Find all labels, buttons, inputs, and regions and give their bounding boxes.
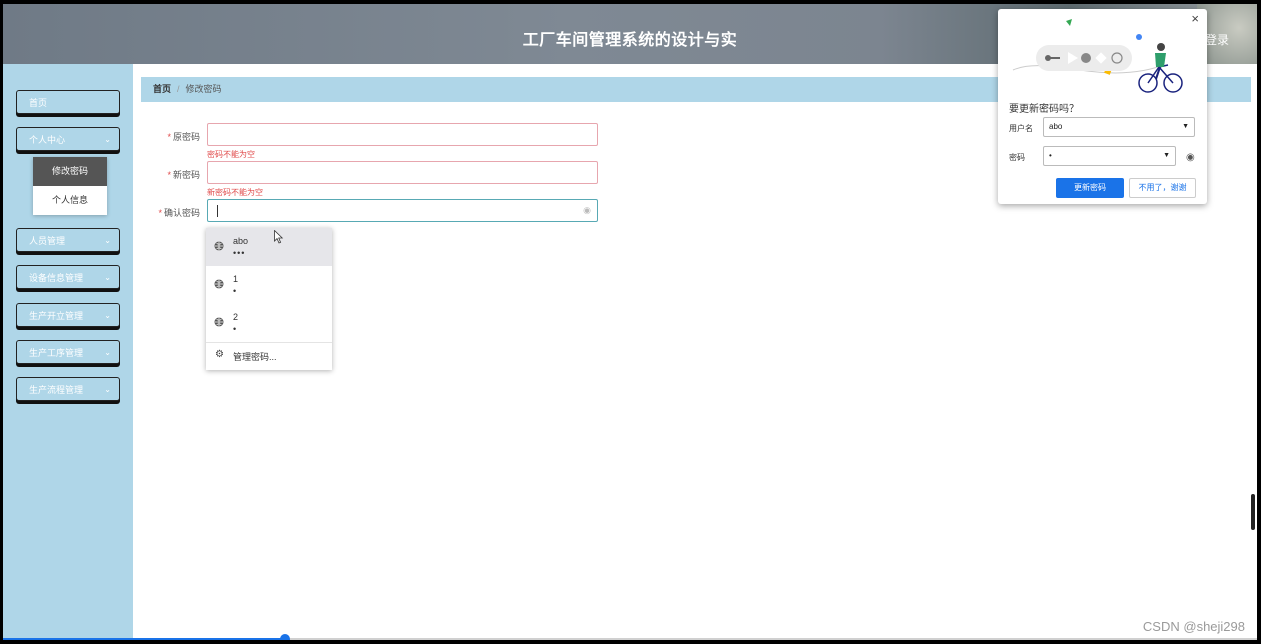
sidebar-item-home[interactable]: 首页 (16, 90, 120, 114)
autofill-password-mask: • (233, 286, 238, 296)
popup-username-label: 用户名 (1009, 124, 1033, 133)
required-mark: * (158, 208, 162, 218)
popup-password-value: • (1049, 151, 1052, 160)
globe-icon (214, 241, 224, 251)
popup-username-select[interactable]: abo ▼ (1043, 117, 1195, 137)
sidebar-item-personal-center[interactable]: 个人中心 ⌄ (16, 127, 120, 151)
close-icon[interactable]: × (1191, 11, 1199, 26)
page-scrollbar[interactable] (1251, 494, 1255, 530)
autofill-password-mask: • (233, 324, 238, 334)
autofill-username: abo (233, 236, 249, 246)
logout-link[interactable]: 登录 (1205, 31, 1229, 48)
chevron-down-icon: ⌄ (104, 385, 111, 394)
chevron-down-icon: ⌄ (104, 348, 111, 357)
globe-icon (214, 279, 224, 289)
sidebar-item-equipment[interactable]: 设备信息管理 ⌄ (16, 265, 120, 289)
globe-icon (214, 317, 224, 327)
sidebar-item-label: 个人中心 (29, 135, 66, 145)
chevron-down-icon: ⌄ (104, 311, 111, 320)
sidebar-item-label: 首页 (29, 98, 48, 108)
text-caret (217, 205, 218, 217)
chevron-down-icon: ⌄ (104, 236, 111, 245)
required-mark: * (167, 170, 171, 180)
dismiss-button[interactable]: 不用了，谢谢 (1129, 178, 1196, 198)
eye-icon[interactable]: ◉ (583, 205, 591, 216)
sidebar-item-label: 生产工序管理 (29, 348, 84, 358)
sidebar-item-process[interactable]: 生产工序管理 ⌄ (16, 340, 120, 364)
chevron-down-icon: ⌄ (104, 273, 111, 282)
autofill-username: 2 (233, 312, 239, 322)
sidebar-item-production-order[interactable]: 生产开立管理 ⌄ (16, 303, 120, 327)
sidebar-item-label: 人员管理 (29, 236, 66, 246)
new-password-label-text: 新密码 (172, 170, 200, 180)
autofill-password-mask: ••• (233, 248, 246, 258)
personal-center-submenu: 修改密码 个人信息 (33, 157, 107, 215)
update-password-button[interactable]: 更新密码 (1056, 178, 1124, 198)
old-password-input[interactable] (207, 123, 598, 146)
required-mark: * (167, 132, 171, 142)
video-progress-handle[interactable] (280, 634, 290, 640)
sidebar: 首页 个人中心 ⌄ 修改密码 个人信息 人员管理 ⌄ 设备信息管理 ⌄ 生产开立… (3, 64, 133, 640)
autofill-suggestion[interactable]: 2 • (206, 304, 332, 342)
chevron-down-icon: ⌄ (104, 135, 111, 144)
sidebar-item-workflow[interactable]: 生产流程管理 ⌄ (16, 377, 120, 401)
sidebar-item-label: 设备信息管理 (29, 273, 84, 283)
browser-viewport: 工厂车间管理系统的设计与实 登录 首页 个人中心 ⌄ 修改密码 个人信息 人员管… (3, 4, 1257, 640)
breadcrumb-separator: / (177, 84, 180, 94)
sidebar-item-label: 生产流程管理 (29, 385, 84, 395)
manage-passwords-label: 管理密码... (233, 352, 277, 362)
password-autofill-dropdown: abo ••• 1 • 2 • ⚙ 管理密码... (206, 228, 332, 370)
chevron-down-icon: ▼ (1163, 152, 1170, 159)
popup-password-select[interactable]: • ▼ (1043, 146, 1176, 166)
submenu-item-personal-info[interactable]: 个人信息 (33, 186, 107, 215)
sidebar-item-label: 生产开立管理 (29, 311, 84, 321)
video-progress-fill (3, 638, 285, 640)
new-password-label: * 新密码 (148, 168, 200, 181)
update-password-popup: × 要更新密码吗？ 用户名 abo ▼ 密码 • ▼ ◉ 更新密码 不用了，谢谢 (998, 9, 1207, 204)
update-password-question: 要更新密码吗？ (1009, 104, 1079, 115)
old-password-label: * 原密码 (148, 130, 200, 143)
old-password-label-text: 原密码 (172, 132, 200, 142)
confirm-password-label-text: 确认密码 (163, 208, 200, 218)
old-password-error: 密码不能为空 (207, 150, 255, 159)
watermark: CSDN @sheji298 (1142, 619, 1245, 634)
autofill-username: 1 (233, 274, 239, 284)
new-password-input[interactable] (207, 161, 598, 184)
popup-username-value: abo (1049, 122, 1063, 131)
confirm-password-input[interactable]: ◉ (207, 199, 598, 222)
eye-icon[interactable]: ◉ (1186, 152, 1195, 163)
mouse-cursor-icon (274, 230, 284, 244)
autofill-divider (206, 342, 332, 343)
autofill-suggestion[interactable]: 1 • (206, 266, 332, 304)
confirm-password-label: * 确认密码 (148, 206, 200, 219)
submenu-item-change-password[interactable]: 修改密码 (33, 157, 107, 186)
popup-password-label: 密码 (1009, 153, 1025, 162)
autofill-suggestion[interactable]: abo ••• (206, 228, 332, 266)
gear-icon: ⚙ (215, 349, 224, 360)
password-illustration (1012, 19, 1183, 93)
sidebar-item-staff[interactable]: 人员管理 ⌄ (16, 228, 120, 252)
manage-passwords-item[interactable]: ⚙ 管理密码... (206, 345, 332, 367)
breadcrumb-home[interactable]: 首页 (153, 84, 171, 94)
breadcrumb-current: 修改密码 (185, 84, 222, 94)
chevron-down-icon: ▼ (1182, 123, 1189, 130)
new-password-error: 新密码不能为空 (207, 188, 263, 197)
